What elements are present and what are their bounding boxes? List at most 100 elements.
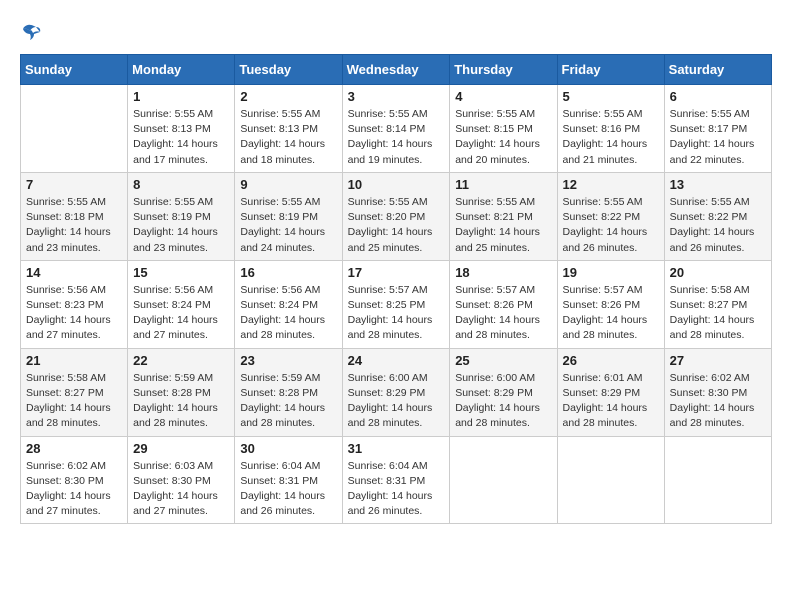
calendar-table: SundayMondayTuesdayWednesdayThursdayFrid… bbox=[20, 54, 772, 524]
day-number: 9 bbox=[240, 177, 336, 192]
day-of-week-header: Monday bbox=[128, 55, 235, 85]
day-info: Sunrise: 6:00 AM Sunset: 8:29 PM Dayligh… bbox=[455, 371, 551, 432]
day-of-week-header: Friday bbox=[557, 55, 664, 85]
calendar-cell: 17Sunrise: 5:57 AM Sunset: 8:25 PM Dayli… bbox=[342, 260, 450, 348]
day-info: Sunrise: 6:02 AM Sunset: 8:30 PM Dayligh… bbox=[670, 371, 766, 432]
calendar-cell: 24 Sunrise: 6:00 AM Sunset: 8:29 PM Dayli… bbox=[342, 348, 450, 436]
logo-bird-icon bbox=[20, 22, 42, 44]
calendar-cell: 6Sunrise: 5:55 AM Sunset: 8:17 PM Daylig… bbox=[664, 85, 771, 173]
calendar-cell: 30 Sunrise: 6:04 AM Sunset: 8:31 PM Dayli… bbox=[235, 436, 342, 524]
calendar-cell: 5Sunrise: 5:55 AM Sunset: 8:16 PM Daylig… bbox=[557, 85, 664, 173]
calendar-week-row: 1 Sunrise: 5:55 AM Sunset: 8:13 PM Daylig… bbox=[21, 85, 772, 173]
day-number: 7 bbox=[26, 177, 122, 192]
calendar-cell bbox=[664, 436, 771, 524]
day-number: 2 bbox=[240, 89, 336, 104]
day-info: Sunrise: 5:55 AM Sunset: 8:13 PM Dayligh… bbox=[133, 107, 229, 168]
calendar-cell: 21 Sunrise: 5:58 AM Sunset: 8:27 PM Dayli… bbox=[21, 348, 128, 436]
day-info: Sunrise: 6:01 AM Sunset: 8:29 PM Dayligh… bbox=[563, 371, 659, 432]
calendar-cell: 16Sunrise: 5:56 AM Sunset: 8:24 PM Dayli… bbox=[235, 260, 342, 348]
day-number: 24 bbox=[348, 353, 445, 368]
day-info: Sunrise: 5:59 AM Sunset: 8:28 PM Dayligh… bbox=[133, 371, 229, 432]
calendar-cell: 22Sunrise: 5:59 AM Sunset: 8:28 PM Dayli… bbox=[128, 348, 235, 436]
day-number: 11 bbox=[455, 177, 551, 192]
day-number: 15 bbox=[133, 265, 229, 280]
calendar-cell: 19 Sunrise: 5:57 AM Sunset: 8:26 PM Dayli… bbox=[557, 260, 664, 348]
day-number: 3 bbox=[348, 89, 445, 104]
calendar-cell: 12Sunrise: 5:55 AM Sunset: 8:22 PM Dayli… bbox=[557, 172, 664, 260]
calendar-cell bbox=[21, 85, 128, 173]
day-info: Sunrise: 5:57 AM Sunset: 8:25 PM Dayligh… bbox=[348, 283, 445, 344]
calendar-cell: 2 Sunrise: 5:55 AM Sunset: 8:13 PM Daylig… bbox=[235, 85, 342, 173]
calendar-cell: 14 Sunrise: 5:56 AM Sunset: 8:23 PM Dayli… bbox=[21, 260, 128, 348]
day-of-week-header: Tuesday bbox=[235, 55, 342, 85]
calendar-cell: 3 Sunrise: 5:55 AM Sunset: 8:14 PM Daylig… bbox=[342, 85, 450, 173]
day-info: Sunrise: 5:55 AM Sunset: 8:19 PM Dayligh… bbox=[240, 195, 336, 256]
day-info: Sunrise: 5:55 AM Sunset: 8:21 PM Dayligh… bbox=[455, 195, 551, 256]
calendar-cell: 23Sunrise: 5:59 AM Sunset: 8:28 PM Dayli… bbox=[235, 348, 342, 436]
calendar-week-row: 28Sunrise: 6:02 AM Sunset: 8:30 PM Dayli… bbox=[21, 436, 772, 524]
calendar-cell: 27Sunrise: 6:02 AM Sunset: 8:30 PM Dayli… bbox=[664, 348, 771, 436]
day-info: Sunrise: 5:55 AM Sunset: 8:13 PM Dayligh… bbox=[240, 107, 336, 168]
day-number: 8 bbox=[133, 177, 229, 192]
day-info: Sunrise: 5:55 AM Sunset: 8:15 PM Dayligh… bbox=[455, 107, 551, 168]
day-number: 29 bbox=[133, 441, 229, 456]
calendar-week-row: 7 Sunrise: 5:55 AM Sunset: 8:18 PM Daylig… bbox=[21, 172, 772, 260]
page-header bbox=[20, 20, 772, 44]
day-info: Sunrise: 5:55 AM Sunset: 8:17 PM Dayligh… bbox=[670, 107, 766, 168]
calendar-header-row: SundayMondayTuesdayWednesdayThursdayFrid… bbox=[21, 55, 772, 85]
day-info: Sunrise: 5:55 AM Sunset: 8:14 PM Dayligh… bbox=[348, 107, 445, 168]
calendar-cell: 15 Sunrise: 5:56 AM Sunset: 8:24 PM Dayli… bbox=[128, 260, 235, 348]
day-of-week-header: Sunday bbox=[21, 55, 128, 85]
day-info: Sunrise: 5:55 AM Sunset: 8:22 PM Dayligh… bbox=[670, 195, 766, 256]
day-number: 4 bbox=[455, 89, 551, 104]
day-info: Sunrise: 6:00 AM Sunset: 8:29 PM Dayligh… bbox=[348, 371, 445, 432]
day-info: Sunrise: 5:55 AM Sunset: 8:20 PM Dayligh… bbox=[348, 195, 445, 256]
day-number: 21 bbox=[26, 353, 122, 368]
day-info: Sunrise: 5:55 AM Sunset: 8:16 PM Dayligh… bbox=[563, 107, 659, 168]
day-number: 19 bbox=[563, 265, 659, 280]
calendar-cell: 25 Sunrise: 6:00 AM Sunset: 8:29 PM Dayli… bbox=[450, 348, 557, 436]
day-of-week-header: Wednesday bbox=[342, 55, 450, 85]
calendar-cell: 1 Sunrise: 5:55 AM Sunset: 8:13 PM Daylig… bbox=[128, 85, 235, 173]
day-number: 26 bbox=[563, 353, 659, 368]
day-number: 14 bbox=[26, 265, 122, 280]
day-info: Sunrise: 5:55 AM Sunset: 8:18 PM Dayligh… bbox=[26, 195, 122, 256]
day-number: 30 bbox=[240, 441, 336, 456]
calendar-week-row: 21 Sunrise: 5:58 AM Sunset: 8:27 PM Dayli… bbox=[21, 348, 772, 436]
day-number: 10 bbox=[348, 177, 445, 192]
day-of-week-header: Saturday bbox=[664, 55, 771, 85]
day-info: Sunrise: 5:55 AM Sunset: 8:19 PM Dayligh… bbox=[133, 195, 229, 256]
calendar-cell: 4 Sunrise: 5:55 AM Sunset: 8:15 PM Daylig… bbox=[450, 85, 557, 173]
day-info: Sunrise: 5:57 AM Sunset: 8:26 PM Dayligh… bbox=[563, 283, 659, 344]
day-number: 31 bbox=[348, 441, 445, 456]
calendar-cell: 9 Sunrise: 5:55 AM Sunset: 8:19 PM Daylig… bbox=[235, 172, 342, 260]
calendar-cell: 20 Sunrise: 5:58 AM Sunset: 8:27 PM Dayli… bbox=[664, 260, 771, 348]
day-info: Sunrise: 6:03 AM Sunset: 8:30 PM Dayligh… bbox=[133, 459, 229, 520]
day-info: Sunrise: 6:02 AM Sunset: 8:30 PM Dayligh… bbox=[26, 459, 122, 520]
day-number: 1 bbox=[133, 89, 229, 104]
day-number: 20 bbox=[670, 265, 766, 280]
calendar-cell: 28Sunrise: 6:02 AM Sunset: 8:30 PM Dayli… bbox=[21, 436, 128, 524]
day-number: 25 bbox=[455, 353, 551, 368]
calendar-cell bbox=[450, 436, 557, 524]
calendar-cell: 26 Sunrise: 6:01 AM Sunset: 8:29 PM Dayli… bbox=[557, 348, 664, 436]
day-info: Sunrise: 5:58 AM Sunset: 8:27 PM Dayligh… bbox=[670, 283, 766, 344]
calendar-cell: 7 Sunrise: 5:55 AM Sunset: 8:18 PM Daylig… bbox=[21, 172, 128, 260]
calendar-cell bbox=[557, 436, 664, 524]
day-number: 16 bbox=[240, 265, 336, 280]
logo bbox=[20, 20, 46, 44]
calendar-cell: 31 Sunrise: 6:04 AM Sunset: 8:31 PM Dayli… bbox=[342, 436, 450, 524]
day-info: Sunrise: 5:56 AM Sunset: 8:24 PM Dayligh… bbox=[133, 283, 229, 344]
day-info: Sunrise: 5:59 AM Sunset: 8:28 PM Dayligh… bbox=[240, 371, 336, 432]
day-info: Sunrise: 6:04 AM Sunset: 8:31 PM Dayligh… bbox=[240, 459, 336, 520]
day-number: 13 bbox=[670, 177, 766, 192]
day-info: Sunrise: 5:58 AM Sunset: 8:27 PM Dayligh… bbox=[26, 371, 122, 432]
day-info: Sunrise: 6:04 AM Sunset: 8:31 PM Dayligh… bbox=[348, 459, 445, 520]
calendar-cell: 10 Sunrise: 5:55 AM Sunset: 8:20 PM Dayli… bbox=[342, 172, 450, 260]
calendar-cell: 18 Sunrise: 5:57 AM Sunset: 8:26 PM Dayli… bbox=[450, 260, 557, 348]
day-info: Sunrise: 5:56 AM Sunset: 8:23 PM Dayligh… bbox=[26, 283, 122, 344]
day-number: 18 bbox=[455, 265, 551, 280]
day-info: Sunrise: 5:55 AM Sunset: 8:22 PM Dayligh… bbox=[563, 195, 659, 256]
calendar-cell: 11 Sunrise: 5:55 AM Sunset: 8:21 PM Dayli… bbox=[450, 172, 557, 260]
day-info: Sunrise: 5:57 AM Sunset: 8:26 PM Dayligh… bbox=[455, 283, 551, 344]
